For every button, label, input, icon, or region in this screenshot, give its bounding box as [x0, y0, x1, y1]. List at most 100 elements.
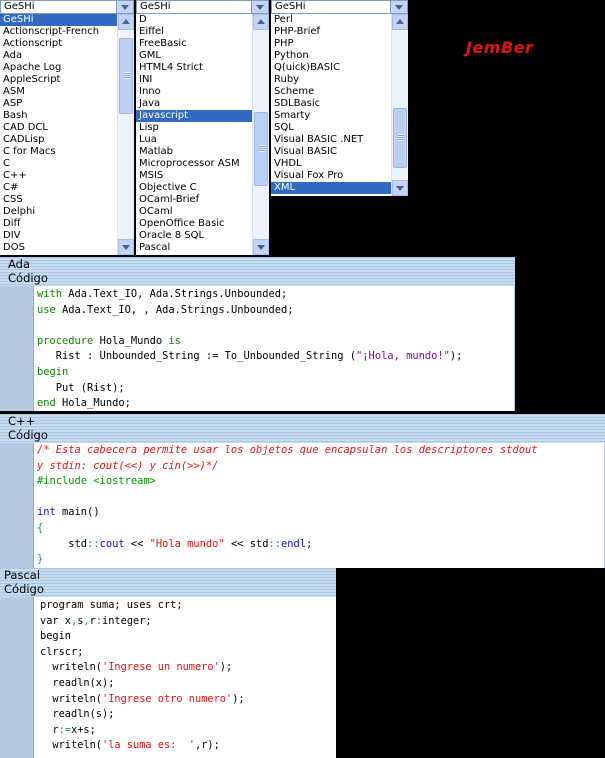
listbox-option[interactable]: Javascript — [136, 110, 252, 122]
scroll-down-arrow-icon[interactable] — [253, 239, 269, 255]
code-token: int — [37, 506, 56, 519]
language-listbox-1[interactable]: GeSHi GeSHi Actionscript-French Actionscri… — [0, 0, 134, 255]
section-header: C++ Código — [0, 414, 605, 444]
code-line: /* Esta cabecera permite usar los objeto… — [34, 443, 604, 459]
listbox-option[interactable]: CADLisp — [0, 134, 117, 146]
code-token: is — [168, 334, 181, 347]
listbox-option[interactable]: GML — [136, 50, 252, 62]
listbox-option[interactable]: Visual BASIC — [271, 146, 391, 158]
section-header: Pascal Código — [0, 568, 336, 598]
listbox-option[interactable]: Eiffel — [136, 26, 252, 38]
scrollbar[interactable] — [117, 14, 134, 255]
code-token: { — [37, 521, 44, 534]
listbox-option[interactable]: VHDL — [271, 158, 391, 170]
listbox-option[interactable]: Diff — [0, 218, 117, 230]
listbox-option[interactable]: DOS — [0, 242, 117, 254]
listbox-option[interactable]: Q(uick)BASIC — [271, 62, 391, 74]
listbox-option[interactable]: DIV — [0, 230, 117, 242]
listbox-option[interactable]: Apache Log — [0, 62, 117, 74]
listbox-option[interactable]: Lua — [136, 134, 252, 146]
section-header: Ada Código — [0, 257, 515, 287]
listbox-option[interactable]: Ruby — [271, 74, 391, 86]
scroll-down-arrow-icon[interactable] — [392, 180, 408, 196]
scroll-thumb[interactable] — [254, 112, 268, 186]
code-token: endl — [281, 537, 307, 550]
code-line: begin — [37, 629, 336, 645]
language-listbox-3[interactable]: GeSHi Perl PHP-Brief PHP Python Q(uick)BASIC… — [271, 0, 408, 196]
listbox-option[interactable]: Delphi — [0, 206, 117, 218]
listbox-option[interactable]: Inno — [136, 86, 252, 98]
listbox-option[interactable]: PHP — [271, 38, 391, 50]
listbox-option[interactable]: Perl — [271, 14, 391, 26]
scroll-up-arrow-icon[interactable] — [253, 14, 269, 30]
scroll-down-arrow-icon[interactable] — [118, 239, 134, 255]
listbox-option[interactable]: OpenOffice Basic — [136, 218, 252, 230]
listbox-option[interactable]: MSIS — [136, 170, 252, 182]
listbox-option[interactable]: GeSHi — [0, 14, 117, 26]
listbox-option[interactable]: PHP-Brief — [271, 26, 391, 38]
listbox-option[interactable]: SDLBasic — [271, 98, 391, 110]
code-token: begin — [37, 365, 69, 378]
code-block: with Ada.Text_IO, Ada.Strings.Unbounded;… — [33, 286, 514, 411]
listbox-header[interactable]: GeSHi — [0, 0, 134, 14]
listbox-option[interactable]: CSS — [0, 194, 117, 206]
scroll-thumb[interactable] — [393, 108, 407, 168]
dropdown-arrow-icon[interactable] — [390, 1, 407, 13]
listbox-option[interactable]: Microprocessor ASM — [136, 158, 252, 170]
code-token: with — [37, 288, 63, 300]
listbox-option[interactable]: D — [136, 14, 252, 26]
scroll-thumb[interactable] — [119, 38, 133, 114]
listbox-header[interactable]: GeSHi — [271, 0, 408, 14]
listbox-option[interactable]: OCaml-Brief — [136, 194, 252, 206]
listbox-option[interactable]: C — [0, 158, 117, 170]
listbox-option[interactable]: Actionscript-French — [0, 26, 117, 38]
listbox-option[interactable]: C for Macs — [0, 146, 117, 158]
listbox-option[interactable]: FreeBasic — [136, 38, 252, 50]
listbox-header[interactable]: GeSHi — [136, 0, 269, 14]
listbox-option[interactable]: AppleScript — [0, 74, 117, 86]
listbox-option[interactable]: INI — [136, 74, 252, 86]
listbox-option[interactable]: Visual Fox Pro — [271, 170, 391, 182]
code-token: } — [37, 553, 44, 566]
section-code-label: Código — [4, 582, 44, 596]
listbox-option[interactable]: C++ — [0, 170, 117, 182]
listbox-option[interactable]: HTML4 Strict — [136, 62, 252, 74]
listbox-option[interactable]: Python — [271, 50, 391, 62]
code-line: end Hola_Mundo; — [34, 396, 514, 411]
language-listbox-2[interactable]: GeSHi D Eiffel FreeBasic GML HTML4 Strict INI… — [136, 0, 269, 255]
code-line: std::cout << "Hola mundo" << std::endl; — [34, 537, 604, 553]
code-token: writeln( — [40, 739, 102, 752]
listbox-option[interactable]: Actionscript — [0, 38, 117, 50]
code-token: program suma; uses crt; — [40, 599, 183, 611]
dropdown-arrow-icon[interactable] — [251, 1, 268, 13]
section-language-title: Ada — [8, 257, 31, 271]
listbox-option[interactable]: Scheme — [271, 86, 391, 98]
dropdown-arrow-icon[interactable] — [116, 1, 133, 13]
listbox-option[interactable]: SQL — [271, 122, 391, 134]
listbox-option[interactable]: Matlab — [136, 146, 252, 158]
listbox-option[interactable]: C# — [0, 182, 117, 194]
listbox-option[interactable]: Java — [136, 98, 252, 110]
listbox-option[interactable]: Oracle 8 SQL — [136, 230, 252, 242]
code-token: procedure — [37, 334, 94, 347]
code-token: ); — [219, 661, 233, 674]
listbox-option[interactable]: Smarty — [271, 110, 391, 122]
code-token: 'la suma es: ' — [102, 739, 195, 752]
scrollbar[interactable] — [252, 14, 269, 255]
listbox-option[interactable]: Bash — [0, 110, 117, 122]
listbox-option[interactable]: Lisp — [136, 122, 252, 134]
listbox-option[interactable]: XML — [271, 182, 391, 194]
code-token: ; — [306, 537, 313, 550]
scroll-up-arrow-icon[interactable] — [392, 14, 408, 30]
scroll-up-arrow-icon[interactable] — [118, 14, 134, 30]
code-line: use Ada.Text_IO, , Ada.Strings.Unbounded… — [34, 303, 514, 319]
listbox-option[interactable]: Pascal — [136, 242, 252, 254]
listbox-option[interactable]: Ada — [0, 50, 117, 62]
listbox-option[interactable]: Objective C — [136, 182, 252, 194]
listbox-option[interactable]: CAD DCL — [0, 122, 117, 134]
scrollbar[interactable] — [391, 14, 408, 196]
listbox-option[interactable]: ASP — [0, 98, 117, 110]
listbox-option[interactable]: ASM — [0, 86, 117, 98]
listbox-option[interactable]: OCaml — [136, 206, 252, 218]
listbox-option[interactable]: Visual BASIC .NET — [271, 134, 391, 146]
